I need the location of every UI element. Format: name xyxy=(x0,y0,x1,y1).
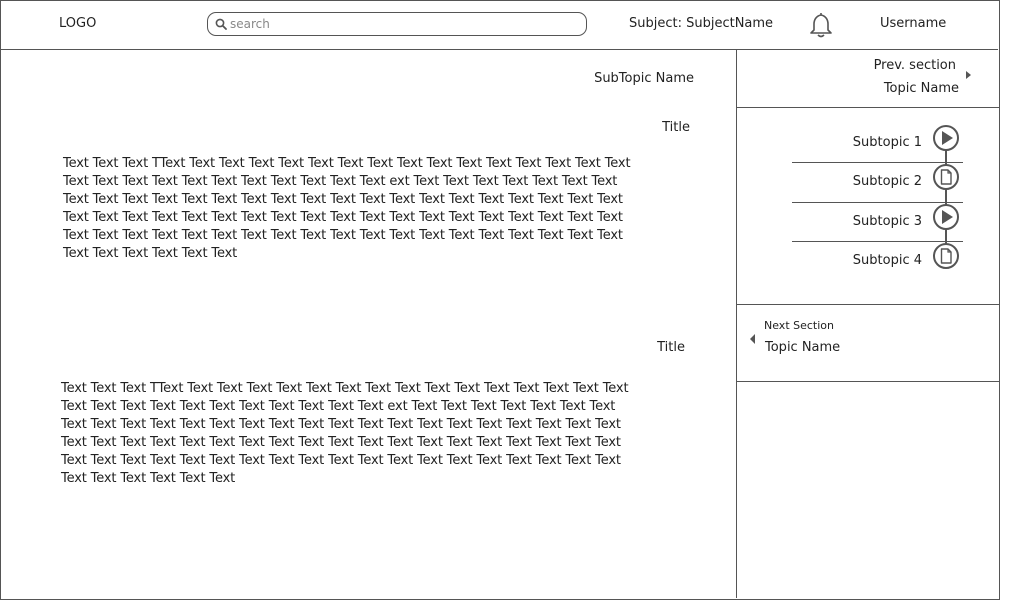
section-body: Text Text Text TText Text Text Text Text… xyxy=(63,156,631,261)
bell-icon[interactable] xyxy=(808,11,834,39)
search-box[interactable] xyxy=(207,12,587,36)
divider xyxy=(792,241,963,242)
play-icon[interactable] xyxy=(933,125,959,151)
subtopic-label: Subtopic 2 xyxy=(852,174,922,189)
subtopic-item[interactable]: Subtopic 1 xyxy=(737,125,999,175)
subtopic-item[interactable]: Subtopic 3 xyxy=(737,204,999,254)
section-title: Title xyxy=(662,120,690,135)
sidebar: Prev. section Topic Name Subtopic 1 Subt… xyxy=(736,50,999,598)
username[interactable]: Username xyxy=(880,16,946,31)
subtopic-label: Subtopic 1 xyxy=(852,135,922,150)
search-input[interactable] xyxy=(230,15,580,33)
logo[interactable]: LOGO xyxy=(59,16,96,31)
search-icon xyxy=(215,18,227,30)
next-topic-name: Topic Name xyxy=(765,340,841,355)
divider xyxy=(792,162,963,163)
subtopic-item[interactable]: Subtopic 4 xyxy=(737,243,999,293)
subject-label: Subject: SubjectName xyxy=(629,16,774,31)
document-icon[interactable] xyxy=(933,164,959,190)
next-section-link[interactable]: Next Section Topic Name xyxy=(737,305,999,382)
main-content: SubTopic Name Title Text Text Text TText… xyxy=(0,50,736,600)
subtopic-label: Subtopic 4 xyxy=(852,253,922,268)
prev-section-label: Prev. section xyxy=(873,58,956,73)
prev-topic-name: Topic Name xyxy=(883,81,959,96)
subtopic-list: Subtopic 1 Subtopic 2 Subtopic 3 Subtopi… xyxy=(737,108,999,305)
next-section-label: Next Section xyxy=(764,319,834,332)
document-icon[interactable] xyxy=(933,243,959,269)
subtopic-item[interactable]: Subtopic 2 xyxy=(737,164,999,214)
section-title: Title xyxy=(657,340,685,355)
header-bar: LOGO Subject: SubjectName Username xyxy=(0,0,998,50)
divider xyxy=(792,202,963,203)
section-body: Text Text Text TText Text Text Text Text… xyxy=(61,381,629,486)
play-icon[interactable] xyxy=(933,204,959,230)
subtopic-name: SubTopic Name xyxy=(594,71,694,86)
subtopic-label: Subtopic 3 xyxy=(852,214,922,229)
prev-section-link[interactable]: Prev. section Topic Name xyxy=(737,50,999,108)
arrow-left-icon xyxy=(750,334,755,344)
arrow-right-icon xyxy=(966,71,971,79)
